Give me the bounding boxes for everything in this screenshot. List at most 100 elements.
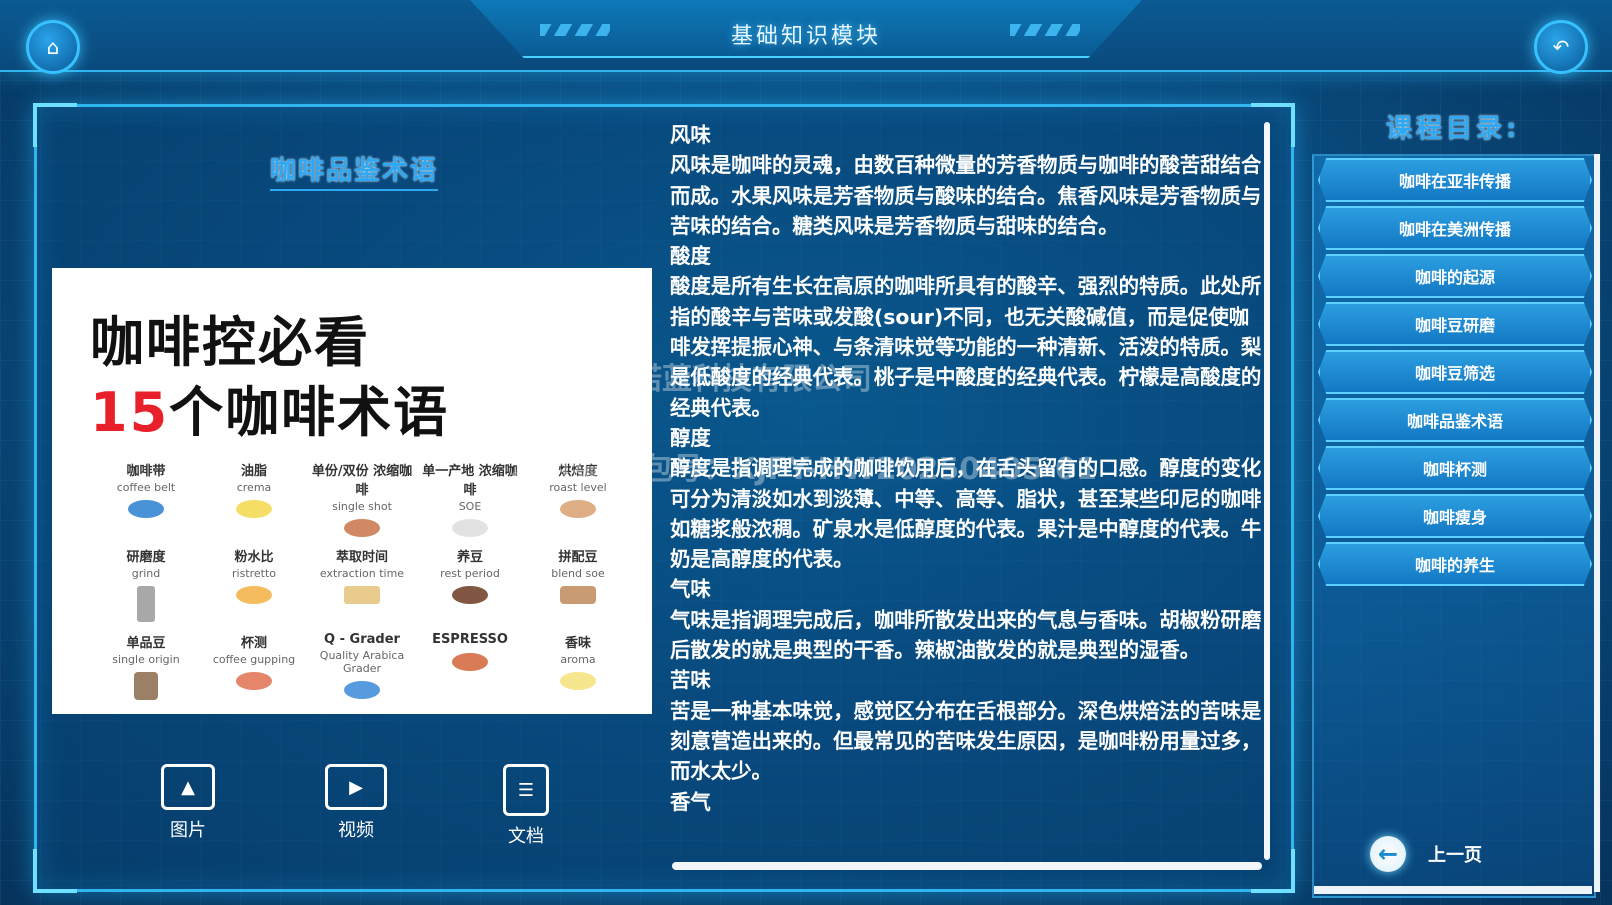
document-tab-button[interactable]: ☰ 文档 [486, 764, 566, 848]
text-scrollbar-horizontal[interactable] [672, 862, 1262, 870]
paragraph-bitterness: 苦是一种基本味觉，感觉区分布在舌根部分。深色烘焙法的苦味是刻意营造出来的。但最常… [670, 698, 1262, 784]
article-text[interactable]: 风味 风味是咖啡的灵魂，由数百种微量的芳香物质与咖啡的酸苦甜结合而成。水果风味是… [670, 120, 1264, 864]
back-icon: ↶ [1552, 35, 1570, 59]
infographic-heading: 咖啡控必看 [90, 311, 370, 374]
previous-page-label: 上一页 [1428, 845, 1482, 866]
heading-fragrance: 香气 [670, 789, 711, 814]
term-item: 杯测 coffee gupping [200, 632, 308, 704]
term-item: 烘焙度 roast level [524, 460, 632, 532]
home-icon: ⌂ [46, 35, 60, 59]
term-item: 香味 aroma [524, 632, 632, 704]
heading-bitterness: 苦味 [670, 668, 711, 693]
page-title: 基础知识模块 [730, 24, 881, 49]
video-icon: ▶ [325, 764, 387, 810]
toc-item[interactable]: 咖啡豆研磨 [1318, 302, 1592, 346]
panel-corner [33, 849, 77, 893]
term-en: roast level [549, 481, 607, 494]
heading-aroma: 气味 [670, 577, 711, 602]
world-map-icon [128, 500, 164, 518]
ratio-icon [236, 586, 272, 604]
term-item: ESPRESSO [416, 632, 524, 704]
aroma-icon [560, 672, 596, 690]
term-en: coffee belt [116, 481, 176, 494]
term-grid: 咖啡带 coffee belt 油脂 crema 单份/双份 浓缩咖啡 single … [92, 460, 632, 704]
term-en: extraction time [319, 567, 405, 580]
bean-sack-icon [452, 586, 488, 604]
toc-item[interactable]: 咖啡品鉴术语 [1318, 398, 1592, 442]
cupping-spoon-icon [236, 672, 272, 690]
toc-item[interactable]: 咖啡豆筛选 [1318, 350, 1592, 394]
term-zh: 杯测 [240, 636, 267, 651]
term-zh: 研磨度 [126, 550, 166, 565]
term-en: SOE [458, 500, 482, 513]
document-tab-label: 文档 [508, 826, 544, 847]
video-tab-button[interactable]: ▶ 视频 [316, 764, 396, 842]
toc-bottom-bar [1314, 886, 1592, 894]
term-item: 粉水比 ristretto [200, 546, 308, 618]
ribbon-icon [344, 681, 380, 699]
term-en: coffee gupping [212, 653, 296, 666]
home-button[interactable]: ⌂ [26, 20, 80, 74]
term-item: 单品豆 single origin [92, 632, 200, 704]
term-zh: 咖啡带 [126, 464, 166, 479]
term-en: grind [131, 567, 161, 580]
coffee-bag-icon [560, 586, 596, 604]
toc-item[interactable]: 咖啡瘦身 [1318, 494, 1592, 538]
image-tab-button[interactable]: ▲ 图片 [148, 764, 228, 842]
heading-body: 醇度 [670, 425, 711, 450]
image-icon: ▲ [161, 764, 215, 810]
back-button[interactable]: ↶ [1534, 20, 1588, 74]
video-tab-label: 视频 [338, 820, 374, 841]
espresso-icon [452, 653, 488, 671]
panel-corner [33, 103, 77, 147]
term-item: 养豆 rest period [416, 546, 524, 618]
term-zh: 烘焙度 [558, 464, 598, 479]
arrow-left-icon: ← [1370, 836, 1406, 872]
term-en: crema [236, 481, 272, 494]
term-item: 油脂 crema [200, 460, 308, 532]
term-item: 拼配豆 blend soe [524, 546, 632, 618]
term-zh: ESPRESSO [432, 632, 508, 647]
term-en: ristretto [231, 567, 277, 580]
toc-item[interactable]: 咖啡的养生 [1318, 542, 1592, 586]
term-en: single shot [332, 500, 392, 513]
term-item: Q - Grader Quality Arabica Grader [308, 632, 416, 704]
infographic-image[interactable]: 咖啡控必看 15个咖啡术语 咖啡带 coffee belt 油脂 crema 单份/… [52, 268, 652, 714]
toc-item[interactable]: 咖啡在美洲传播 [1318, 206, 1592, 250]
infographic-subheading: 15个咖啡术语 [90, 368, 449, 447]
toc-scrollbar[interactable] [1594, 154, 1600, 892]
term-zh: 香味 [564, 636, 591, 651]
term-zh: 单品豆 [126, 636, 166, 651]
term-en: Quality Arabica Grader [319, 649, 405, 675]
bag-icon [134, 672, 158, 700]
crema-icon [236, 500, 272, 518]
text-scrollbar-vertical[interactable] [1264, 122, 1270, 860]
term-item: 单一产地 浓缩咖啡 SOE [416, 460, 524, 537]
paragraph-aroma: 气味是指调理完成后，咖啡所散发出来的气息与香味。胡椒粉研磨后散发的就是典型的干香… [670, 607, 1262, 663]
term-item: 单份/双份 浓缩咖啡 single shot [308, 460, 416, 537]
term-en: aroma [560, 653, 596, 666]
term-zh: Q - Grader [324, 632, 400, 647]
term-en: blend soe [551, 567, 605, 580]
previous-page-button[interactable]: ← 上一页 [1370, 836, 1482, 872]
paragraph-acidity: 酸度是所有生长在高原的咖啡所具有的酸辛、强烈的特质。此处所指的酸辛与苦味或发酸(… [670, 274, 1262, 420]
term-en: rest period [440, 567, 500, 580]
term-zh: 单一产地 浓缩咖啡 [422, 464, 518, 498]
infographic-subheading-text: 个咖啡术语 [169, 381, 450, 444]
term-zh: 油脂 [240, 464, 267, 479]
term-zh: 粉水比 [234, 550, 274, 565]
toc-item[interactable]: 咖啡的起源 [1318, 254, 1592, 298]
paragraph-flavor: 风味是咖啡的灵魂，由数百种微量的芳香物质与咖啡的酸苦甜结合而成。水果风味是芳香物… [670, 153, 1262, 238]
toc-item[interactable]: 咖啡在亚非传播 [1318, 158, 1592, 202]
infographic-number: 15 [90, 381, 170, 444]
heading-acidity: 酸度 [670, 244, 711, 269]
coffee-beans-icon [560, 500, 596, 518]
heading-flavor: 风味 [670, 123, 711, 147]
toc-item[interactable]: 咖啡杯测 [1318, 446, 1592, 490]
term-zh: 萃取时间 [335, 550, 388, 565]
document-icon: ☰ [503, 764, 549, 816]
section-title: 咖啡品鉴术语 [270, 150, 439, 191]
term-zh: 拼配豆 [558, 550, 598, 565]
toc-title: 课程目录: [1386, 114, 1521, 144]
paragraph-body: 醇度是指调理完成的咖啡饮用后，在舌头留有的口感。醇度的变化可分为清淡如水到淡薄、… [670, 456, 1262, 572]
